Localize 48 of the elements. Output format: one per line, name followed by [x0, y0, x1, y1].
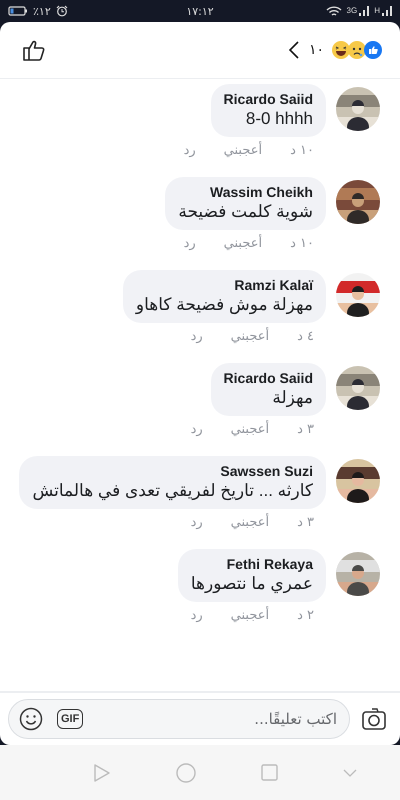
like-link[interactable]: أعجبني	[230, 422, 270, 437]
comment-text: شوية كلمت فضيحة	[178, 202, 313, 222]
comment-author[interactable]: Ramzi Kalaï	[234, 277, 313, 293]
comment-text: مهزلة موش فضيحة كاهاو	[136, 295, 313, 315]
comment-author[interactable]: Fethi Rekaya	[226, 556, 313, 572]
clock-time: ١٧:١٢	[186, 4, 214, 18]
gif-button[interactable]: GIF	[57, 709, 84, 729]
comment-text: كارثه ... تاريخ لفريقي تعدى في هالماتش	[32, 481, 313, 501]
reaction-count[interactable]: ١٠	[308, 42, 324, 58]
like-link[interactable]: أعجبني	[224, 236, 262, 251]
like-icon[interactable]	[22, 38, 46, 62]
comment-time: ١٠ د	[290, 236, 314, 251]
reply-link[interactable]: رد	[184, 236, 196, 251]
comment-author[interactable]: Sawssen Suzi	[220, 463, 313, 479]
comment-time: ٣ د	[297, 422, 314, 437]
emoji-icon[interactable]	[19, 707, 43, 731]
comment-text: 8-0 hhhh	[246, 109, 313, 129]
comment-time: ٢ د	[297, 608, 314, 623]
signal-icon	[382, 6, 392, 16]
battery-percent: ٪١٢	[33, 4, 51, 18]
reply-link[interactable]: رد	[190, 515, 203, 530]
like-reaction-icon	[364, 41, 382, 59]
like-link[interactable]: أعجبني	[224, 143, 262, 158]
comment-time: ٤ د	[297, 329, 314, 344]
like-link[interactable]: أعجبني	[230, 515, 270, 530]
reply-link[interactable]: رد	[184, 143, 196, 158]
comment-author[interactable]: Ricardo Saiid	[224, 91, 313, 107]
comment-time: ١٠ د	[290, 143, 314, 158]
comment-text: مهزلة	[272, 388, 313, 408]
reply-link[interactable]: رد	[190, 329, 203, 344]
back-chevron-icon[interactable]	[288, 41, 299, 59]
reply-link[interactable]: رد	[190, 608, 203, 623]
network-label: 3G	[346, 6, 358, 16]
battery-icon	[8, 6, 28, 16]
camera-icon[interactable]	[362, 708, 386, 730]
laugh-emoji-icon	[332, 41, 350, 59]
network-label: H	[374, 6, 380, 16]
sad-emoji-icon	[348, 41, 366, 59]
reply-link[interactable]: رد	[190, 422, 203, 437]
like-link[interactable]: أعجبني	[230, 608, 270, 623]
comment-author[interactable]: Ricardo Saiid	[224, 370, 313, 386]
comment-text: عمري ما نتصورها	[190, 574, 313, 594]
alarm-icon	[56, 5, 68, 17]
comment-time: ٣ د	[297, 515, 314, 530]
like-link[interactable]: أعجبني	[230, 329, 270, 344]
wifi-icon	[326, 6, 342, 16]
signal-icon	[359, 6, 370, 16]
comment-author[interactable]: Wassim Cheikh	[210, 184, 313, 200]
